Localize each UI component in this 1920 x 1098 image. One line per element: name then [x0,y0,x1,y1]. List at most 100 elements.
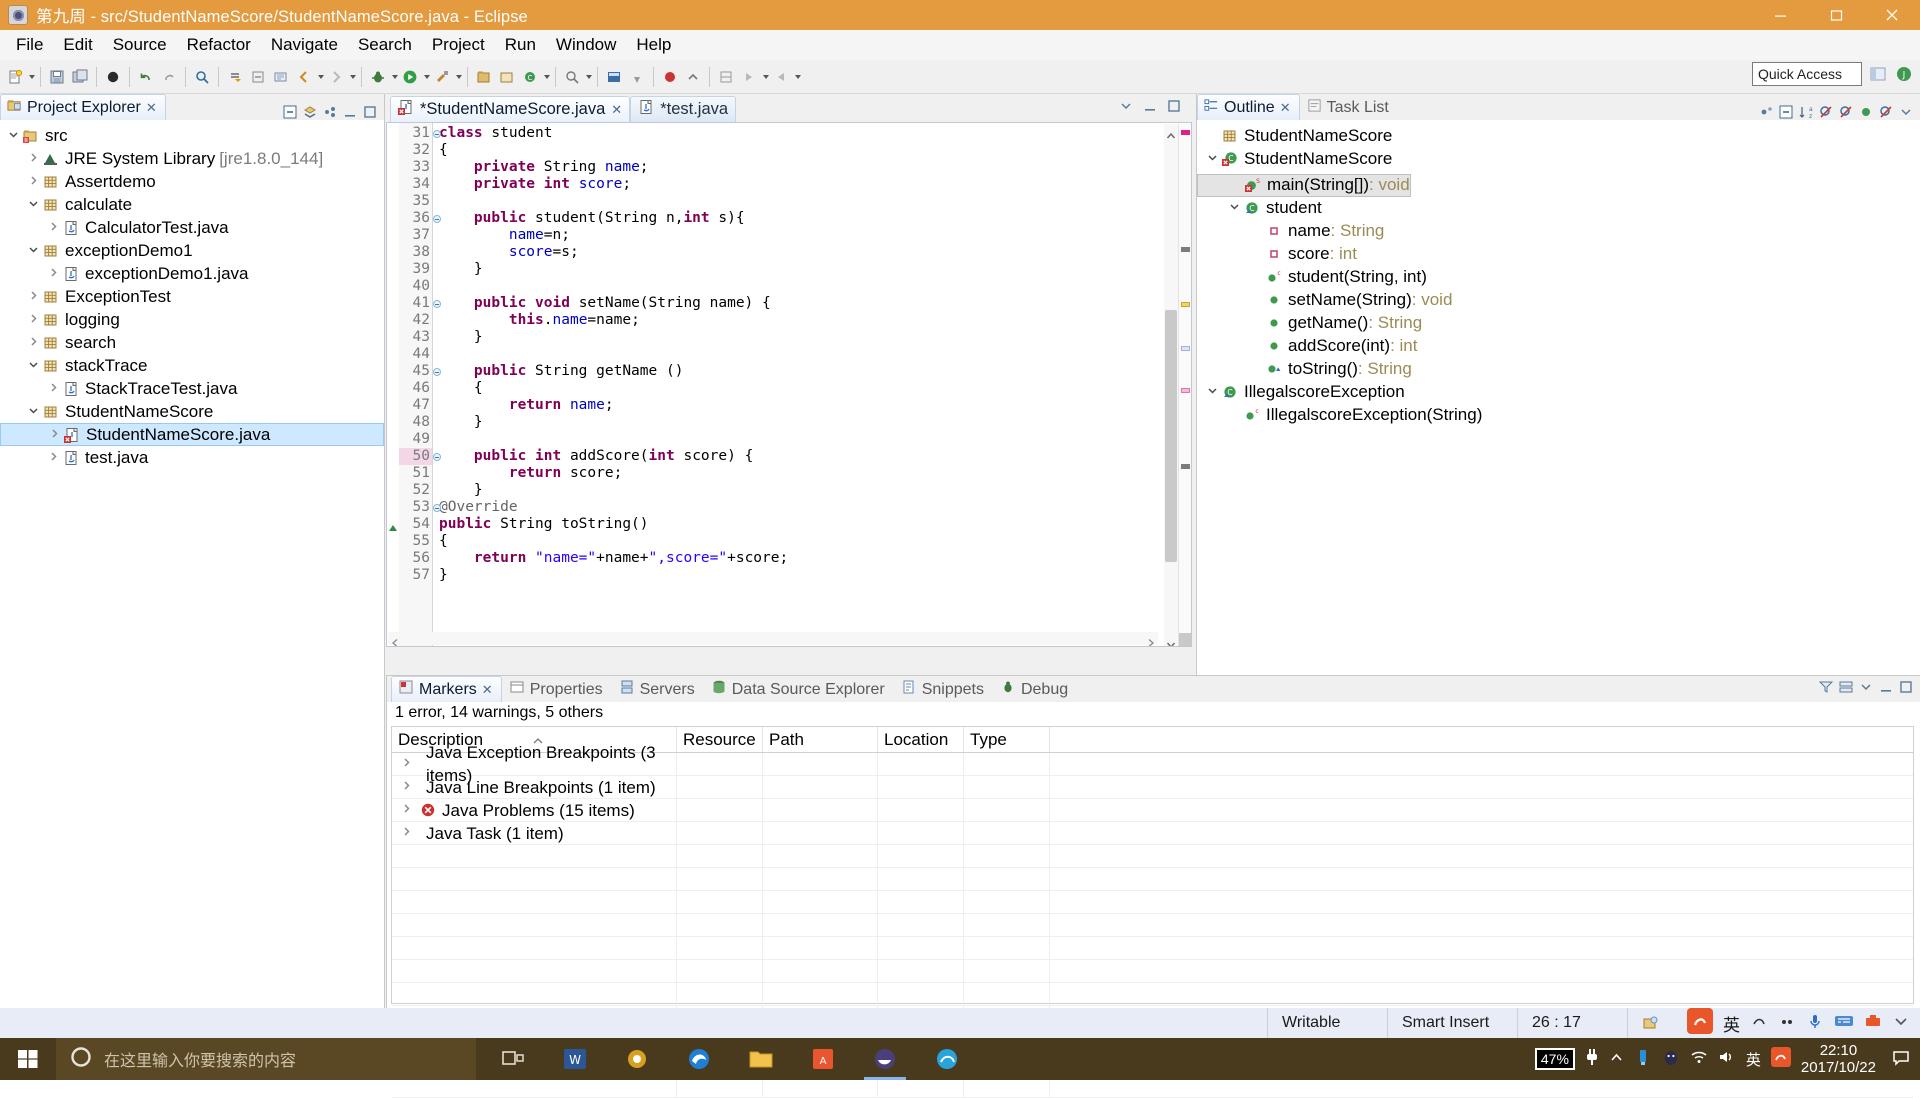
taskbar-clock[interactable]: 22:10 2017/10/22 [1801,1042,1882,1077]
code-line[interactable]: public String getName () [439,363,1191,380]
run-external-tools-icon[interactable] [431,65,453,89]
tray-qq-icon[interactable] [1662,1048,1680,1070]
overview-mark-info[interactable] [1181,346,1190,351]
outline-item[interactable]: StudentNameScore [1197,124,1920,147]
taskbar-explorer-icon[interactable] [732,1038,790,1080]
save-icon[interactable] [46,65,68,89]
tree-twisty[interactable] [24,152,42,166]
override-marker-icon[interactable] [388,519,398,531]
code-line[interactable]: { [439,380,1191,397]
tray-sogou-icon[interactable] [1770,1047,1791,1071]
collapse-all-icon[interactable] [1778,104,1794,120]
toggle-breakpoint-icon[interactable] [102,65,124,89]
outline-item[interactable]: C StudentNameScore [1197,147,1920,170]
outline-item[interactable]: Cstudent [1197,197,1920,220]
tree-twisty[interactable] [24,198,42,212]
java-perspective-icon[interactable]: J [1892,62,1916,86]
hide-static-icon[interactable] [1838,104,1854,120]
markers-tab[interactable]: Properties [501,676,612,702]
power-plug-icon[interactable] [1585,1048,1599,1070]
menu-run[interactable]: Run [495,32,546,58]
outline-twisty[interactable] [1225,201,1243,215]
menu-refactor[interactable]: Refactor [177,32,261,58]
column-header[interactable]: Path [763,727,878,752]
ime-voice-icon[interactable] [1806,1012,1824,1035]
column-header[interactable]: Location [878,727,964,752]
markers-tab[interactable]: Servers [611,676,704,702]
editor-maximize-icon[interactable] [1166,98,1182,114]
project-tree[interactable]: src JRE System Library [jre1.8.0_144] Asser… [0,120,384,469]
code-line[interactable] [439,278,1191,295]
overview-mark-occurrence[interactable] [1181,388,1190,393]
outline-item[interactable]: score : int [1197,243,1920,266]
code-line[interactable]: this.name=name; [439,312,1191,329]
run-icon[interactable] [399,65,421,89]
code-line[interactable]: } [439,567,1191,584]
next-edit-dropdown-icon[interactable] [763,74,769,79]
overview-mark-error[interactable] [1181,130,1190,135]
maximize-button[interactable] [1808,0,1864,30]
collapse-all-icon[interactable] [282,104,298,120]
tree-item[interactable]: Assertdemo [0,170,384,193]
source-code[interactable]: class student{ private String name; priv… [433,123,1191,646]
ime-menu-icon[interactable] [1892,1012,1910,1035]
search-declaration-icon[interactable] [561,65,583,89]
code-line[interactable]: { [439,142,1191,159]
tree-twisty[interactable] [24,405,42,419]
code-line[interactable]: public String toString() [439,516,1191,533]
tree-twisty[interactable] [44,382,62,396]
tree-item[interactable]: logging [0,308,384,331]
menu-search[interactable]: Search [348,32,422,58]
overview-mark-task[interactable] [1181,247,1190,252]
code-line[interactable]: private int score; [439,176,1191,193]
row-expand-arrow[interactable] [398,753,414,776]
outline-item[interactable]: C IllegalscoreException [1197,381,1920,404]
outline-menu-icon[interactable] [1898,104,1914,120]
pin-icon[interactable] [626,65,648,89]
tray-ime-lang-label[interactable]: 英 [1746,1049,1761,1070]
menu-source[interactable]: Source [103,32,177,58]
run-dropdown-icon[interactable] [424,74,430,79]
tray-volume-icon[interactable] [1718,1049,1736,1069]
menu-window[interactable]: Window [546,32,626,58]
code-line[interactable]: } [439,414,1191,431]
editor-scroll-thumb[interactable] [1165,310,1177,562]
outline-item[interactable]: setName(String) : void [1197,289,1920,312]
tray-wifi-icon[interactable] [1690,1049,1708,1069]
search-icon[interactable] [191,65,213,89]
table-row[interactable]: Java Problems (15 items) [392,799,1913,822]
code-line[interactable]: score=s; [439,244,1191,261]
fold-toggle-icon[interactable] [433,130,441,138]
code-line[interactable] [439,193,1191,210]
link-with-editor-icon[interactable] [302,104,318,120]
code-line[interactable]: public void setName(String name) { [439,295,1191,312]
editor-tab[interactable]: *StudentNameScore.java ✕ [390,96,631,122]
hide-fields-icon[interactable] [1818,104,1834,120]
new-class-dropdown-icon[interactable] [544,74,550,79]
code-line[interactable] [439,431,1191,448]
tree-item[interactable]: StudentNameScore.java [0,423,384,446]
editor-horizontal-scrollbar[interactable] [388,632,1158,646]
editor-chevron-down-icon[interactable] [1118,98,1134,114]
new-package-icon[interactable] [496,65,518,89]
maximize-view-icon[interactable] [362,104,378,120]
markers-tab[interactable]: Data Source Explorer [703,676,894,702]
code-editor[interactable]: 31 32 33 34 35 36 37 38 39 40 41 42 43 44 45 46 47 48 49 50… [386,122,1192,647]
new-class-icon[interactable]: C [519,65,541,89]
overview-mark-task-2[interactable] [1181,464,1190,469]
previous-annotation-icon[interactable] [247,65,269,89]
action-center-icon[interactable] [1892,1048,1910,1070]
battery-indicator[interactable]: 47% [1534,1048,1575,1070]
tray-usb-icon[interactable] [1634,1048,1652,1070]
external-tools-dropdown-icon[interactable] [456,74,462,79]
minimize-view-icon[interactable] [342,104,358,120]
row-expand-arrow[interactable] [398,799,414,822]
code-line[interactable]: } [439,329,1191,346]
save-all-icon[interactable] [69,65,91,89]
menu-navigate[interactable]: Navigate [261,32,348,58]
tree-twisty[interactable] [24,336,42,350]
code-line[interactable]: class student [439,125,1191,142]
previous-edit-icon[interactable] [715,65,737,89]
outline-tree[interactable]: StudentNameScore C StudentNameScore Smain(S… [1197,120,1920,427]
code-line[interactable]: } [439,482,1191,499]
